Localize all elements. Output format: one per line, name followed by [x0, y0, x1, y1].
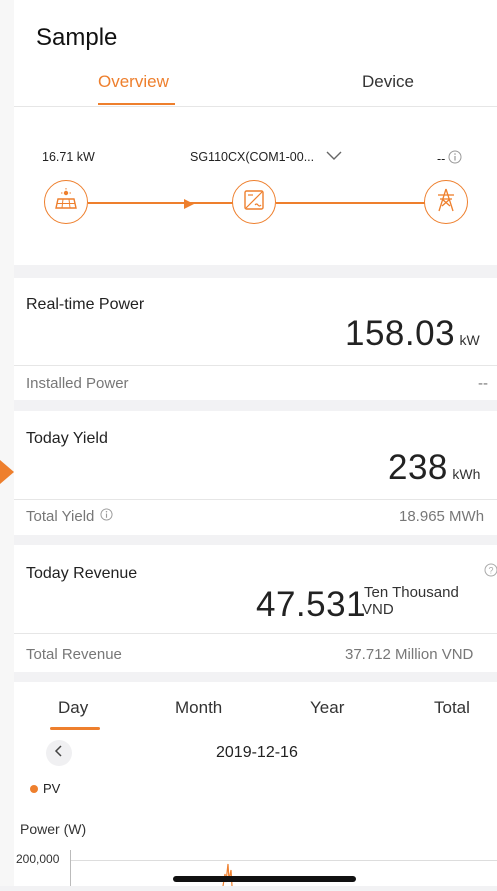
total-yield-label-row: Total Yield [26, 508, 113, 525]
tab-overview[interactable]: Overview [98, 72, 169, 92]
chevron-left-icon [54, 744, 64, 762]
flow-arrow-icon [183, 197, 195, 215]
pointer-arrow [0, 452, 14, 497]
period-tab-total[interactable]: Total [434, 698, 470, 718]
realtime-power-unit: kW [459, 332, 480, 348]
period-tab-year[interactable]: Year [310, 698, 344, 718]
grid-value: -- [437, 150, 462, 167]
legend-dot-icon [30, 784, 38, 793]
total-yield-value: 18.965 MWh [399, 508, 485, 525]
grid-value-text: -- [437, 151, 446, 166]
period-tab-month[interactable]: Month [175, 698, 222, 718]
info-icon[interactable] [448, 150, 462, 167]
info-icon[interactable] [100, 508, 113, 525]
realtime-divider [14, 365, 497, 366]
left-edge-strip [0, 0, 14, 886]
chart-y-tick: 200,000 [16, 852, 60, 866]
installed-power-value: -- [478, 375, 488, 392]
revenue-unit-line1: Ten Thousand [364, 584, 459, 601]
revenue-divider [14, 633, 497, 634]
legend-label: PV [43, 781, 61, 796]
today-revenue-label: Today Revenue [26, 565, 138, 582]
flow-line-inverter-grid [276, 202, 426, 204]
chart-legend: PV [30, 781, 60, 796]
total-revenue-label: Total Revenue [26, 646, 122, 663]
tabs-divider [14, 106, 497, 107]
tab-overview-underline [98, 103, 175, 105]
today-yield-reading: 238 kWh [388, 448, 480, 488]
today-yield-unit: kWh [452, 466, 481, 482]
today-revenue-value: 47.531 [256, 585, 367, 624]
today-yield-value: 238 [388, 448, 448, 487]
period-tab-day[interactable]: Day [58, 698, 88, 718]
selected-date[interactable]: 2019-12-16 [216, 744, 298, 762]
solar-panel-node[interactable] [44, 180, 88, 224]
device-selector[interactable]: SG110CX(COM1-00... [190, 150, 342, 164]
realtime-power-label: Real-time Power [26, 296, 145, 313]
installed-power-label: Installed Power [26, 375, 129, 392]
chart-y-axis-title: Power (W) [20, 821, 87, 837]
page-title: Sample [36, 24, 118, 51]
inverter-node[interactable] [232, 180, 276, 224]
chart-y-axis-line [70, 850, 71, 886]
yield-divider [14, 499, 497, 500]
chart-gridline [70, 860, 497, 861]
grid-tower-icon [433, 187, 459, 218]
flow-line-pv-inverter [88, 202, 233, 204]
realtime-power-value: 158.03 [345, 314, 456, 353]
svg-text:?: ? [488, 566, 493, 576]
total-yield-label: Total Yield [26, 508, 95, 525]
total-revenue-value: 37.712 Million VND [345, 646, 474, 663]
previous-date-button[interactable] [46, 740, 72, 766]
home-indicator [173, 876, 356, 882]
help-icon[interactable]: ? [484, 563, 497, 582]
revenue-unit-line2: VND [362, 601, 394, 618]
period-day-underline [50, 727, 100, 730]
realtime-power-reading: 158.03 kW [345, 314, 480, 354]
chevron-down-icon [326, 150, 342, 164]
device-selector-label: SG110CX(COM1-00... [190, 150, 315, 164]
inverter-icon [242, 188, 266, 217]
solar-panel-icon [53, 187, 79, 218]
grid-node[interactable] [424, 180, 468, 224]
today-yield-label: Today Yield [26, 430, 108, 447]
tab-device[interactable]: Device [362, 72, 414, 92]
pv-power-value: 16.71 kW [42, 150, 95, 164]
